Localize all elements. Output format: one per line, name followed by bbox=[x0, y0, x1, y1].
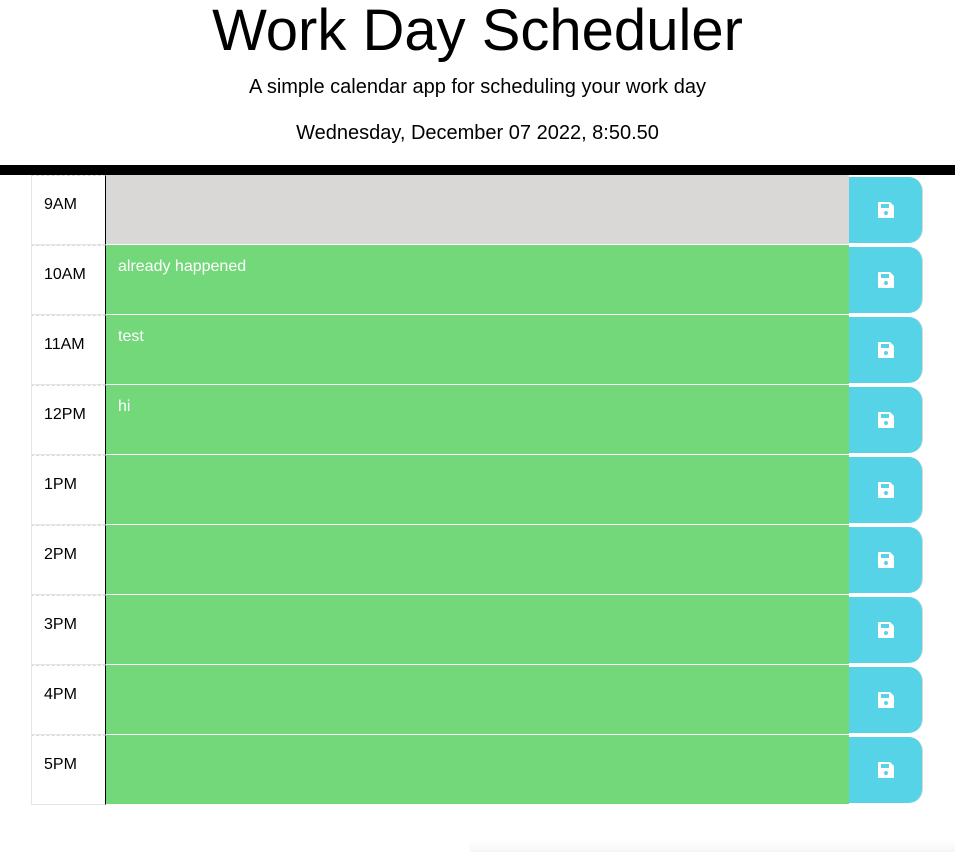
floppy-disk-icon bbox=[877, 482, 894, 498]
save-button[interactable] bbox=[849, 737, 923, 803]
hour-label: 5PM bbox=[31, 735, 106, 805]
floppy-disk-icon bbox=[877, 762, 894, 778]
event-description[interactable]: already happened bbox=[106, 245, 849, 315]
time-block-1pm: 1PM bbox=[31, 455, 923, 525]
save-button[interactable] bbox=[849, 457, 923, 523]
floppy-disk-icon bbox=[877, 622, 894, 638]
time-block-12pm: 12PM hi bbox=[31, 385, 923, 455]
hour-label: 4PM bbox=[31, 665, 106, 735]
hour-label: 1PM bbox=[31, 455, 106, 525]
save-button[interactable] bbox=[849, 597, 923, 663]
time-block-5pm: 5PM bbox=[31, 735, 923, 805]
floppy-disk-icon bbox=[877, 202, 894, 218]
time-block-4pm: 4PM bbox=[31, 665, 923, 735]
save-button[interactable] bbox=[849, 387, 923, 453]
save-button[interactable] bbox=[849, 177, 923, 243]
time-block-2pm: 2PM bbox=[31, 525, 923, 595]
time-block-3pm: 3PM bbox=[31, 595, 923, 665]
event-description[interactable]: hi bbox=[106, 385, 849, 455]
hour-label: 10AM bbox=[31, 245, 106, 315]
time-block-11am: 11AM test bbox=[31, 315, 923, 385]
event-description[interactable] bbox=[106, 595, 849, 665]
current-day: Wednesday, December 07 2022, 8:50.50 bbox=[296, 122, 659, 144]
time-block-9am: 9AM bbox=[31, 175, 923, 245]
hour-label: 9AM bbox=[31, 175, 106, 245]
header-divider bbox=[0, 165, 955, 175]
floppy-disk-icon bbox=[877, 692, 894, 708]
time-block-10am: 10AM already happened bbox=[31, 245, 923, 315]
schedule-container: 9AM 10AM already happened 11AM test 12PM… bbox=[31, 175, 923, 805]
save-button[interactable] bbox=[849, 527, 923, 593]
floppy-disk-icon bbox=[877, 342, 894, 358]
hour-label: 2PM bbox=[31, 525, 106, 595]
hour-label: 11AM bbox=[31, 315, 106, 385]
event-description[interactable] bbox=[106, 525, 849, 595]
header: Work Day Scheduler A simple calendar app… bbox=[0, 0, 955, 165]
floppy-disk-icon bbox=[877, 552, 894, 568]
bottom-shadow bbox=[470, 840, 955, 852]
event-description[interactable] bbox=[106, 665, 849, 735]
save-button[interactable] bbox=[849, 667, 923, 733]
save-button[interactable] bbox=[849, 317, 923, 383]
floppy-disk-icon bbox=[877, 412, 894, 428]
floppy-disk-icon bbox=[877, 272, 894, 288]
page-title: Work Day Scheduler bbox=[212, 0, 743, 63]
hour-label: 12PM bbox=[31, 385, 106, 455]
hour-label: 3PM bbox=[31, 595, 106, 665]
event-description[interactable]: test bbox=[106, 315, 849, 385]
save-button[interactable] bbox=[849, 247, 923, 313]
event-description[interactable] bbox=[106, 455, 849, 525]
page-subtitle: A simple calendar app for scheduling you… bbox=[249, 76, 706, 98]
event-description[interactable] bbox=[106, 175, 849, 245]
event-description[interactable] bbox=[106, 735, 849, 805]
